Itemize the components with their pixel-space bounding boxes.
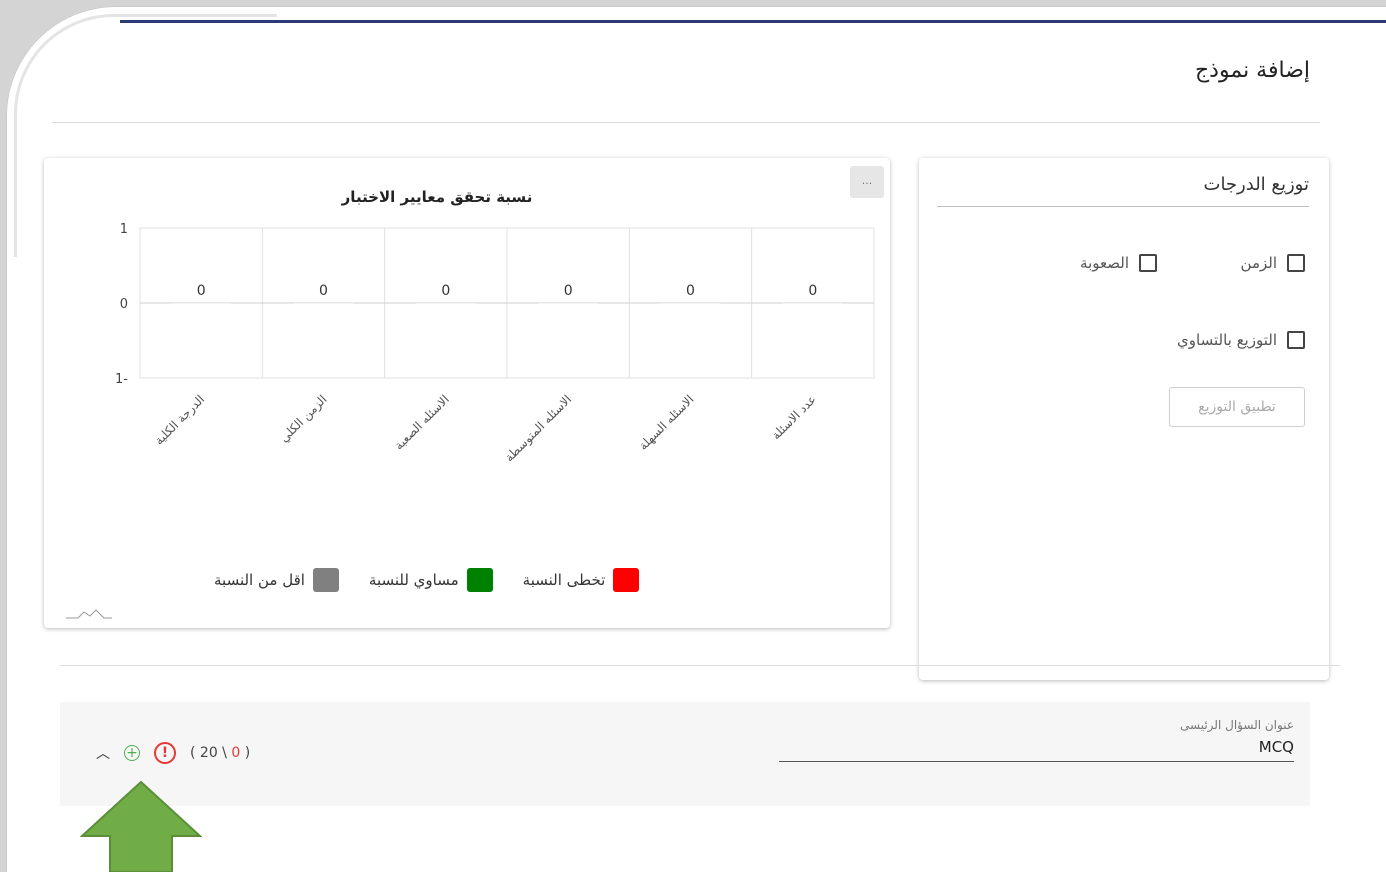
screenshot-frame: إضافة نموذج توزيع الدرجات الزمن الصعوبة … — [0, 0, 1386, 872]
question-title-label: عنوان السؤال الرئيسى — [1180, 718, 1294, 732]
bar-data-label: 0 — [686, 283, 695, 299]
criteria-chart: نسبة تحقق معايير الاختبار 1 0 1- 0 عدد الاسئل… — [115, 188, 875, 465]
equal-distribution-checkbox[interactable] — [1287, 331, 1305, 349]
chart-bar — [660, 303, 721, 304]
chart-legend: تخطى النسبة مساوي للنسبة اقل من النسبة — [214, 568, 640, 592]
chart-bar — [293, 303, 354, 304]
question-title-underline — [779, 761, 1294, 762]
legend-swatch-green — [466, 568, 493, 592]
time-checkbox-label: الزمن — [1240, 254, 1277, 272]
page-content: إضافة نموذج توزيع الدرجات الزمن الصعوبة … — [24, 40, 1340, 872]
x-tick-label: الاسئله الصعبة — [392, 392, 452, 452]
count-current: 0 — [231, 745, 241, 761]
question-count: ( 20 \ 0 ) — [190, 745, 250, 761]
x-tick-label: الاسئله المتوسطة — [502, 392, 575, 465]
add-circle-icon[interactable]: + — [124, 745, 140, 761]
grade-distribution-title: توزيع الدرجات — [1203, 174, 1310, 195]
x-tick-label: عدد الاسئلة — [769, 392, 819, 442]
criteria-chart-card: ... نسبة تحقق معايير الاختبار 1 0 1- 0 عدد ال… — [44, 158, 890, 628]
page-title: إضافة نموذج — [1194, 58, 1310, 83]
question-tools: ︿ + ! ( 20 \ 0 ) — [96, 742, 250, 764]
question-title-input[interactable]: MCQ — [1259, 738, 1294, 756]
difficulty-checkbox-label: الصعوبة — [1080, 254, 1129, 272]
y-tick-label: 1- — [115, 372, 128, 387]
question-panel-body — [60, 806, 1310, 872]
count-close: ) — [240, 745, 251, 761]
difficulty-checkbox-row[interactable]: الصعوبة — [1080, 254, 1157, 272]
grade-distribution-divider — [937, 206, 1309, 207]
x-tick-label: الزمن الكلي — [277, 392, 330, 445]
bar-data-label: 0 — [197, 283, 206, 299]
legend-item-exceeded[interactable]: تخطى النسبة — [523, 568, 640, 592]
bar-data-label: 0 — [441, 283, 450, 299]
difficulty-checkbox[interactable] — [1139, 254, 1157, 272]
legend-swatch-gray — [312, 568, 339, 592]
annotation-arrow-icon — [80, 780, 202, 872]
bar-data-label: 0 — [319, 283, 328, 299]
legend-label-equal: مساوي للنسبة — [368, 571, 459, 589]
warning-icon[interactable]: ! — [154, 742, 176, 764]
equal-distribution-checkbox-label: التوزيع بالتساوي — [1177, 331, 1277, 349]
legend-label-less: اقل من النسبة — [214, 571, 305, 589]
header-divider — [52, 122, 1320, 123]
time-checkbox-row[interactable]: الزمن — [1241, 254, 1305, 272]
legend-label-exceeded: تخطى النسبة — [522, 571, 606, 589]
y-tick-label: 0 — [120, 297, 128, 312]
time-checkbox[interactable] — [1287, 254, 1305, 272]
top-accent-bar — [120, 20, 1386, 23]
x-tick-label: الدرجة الكلية — [152, 392, 208, 448]
x-tick-label: الاسئله السهلة — [636, 392, 697, 453]
chart-logo-icon — [66, 609, 112, 619]
legend-swatch-red — [613, 568, 640, 592]
y-tick-label: 1 — [120, 222, 128, 237]
equal-distribution-checkbox-row[interactable]: التوزيع بالتساوي — [1177, 331, 1305, 349]
grade-distribution-card: توزيع الدرجات الزمن الصعوبة التوزيع بالت… — [919, 158, 1329, 680]
apply-distribution-button[interactable]: تطبيق التوزيع — [1169, 387, 1305, 427]
count-open: ( 20 \ — [190, 745, 232, 761]
legend-item-equal[interactable]: مساوي للنسبة — [369, 568, 493, 592]
collapse-chevron-icon[interactable]: ︿ — [96, 743, 110, 763]
legend-item-less[interactable]: اقل من النسبة — [214, 568, 339, 592]
section-divider — [60, 665, 1340, 666]
chart-bar — [782, 303, 843, 304]
chart-bar — [538, 303, 599, 304]
chart-bar — [415, 303, 476, 304]
chart-bar — [171, 303, 232, 304]
main-question-panel: عنوان السؤال الرئيسى MCQ ︿ + ! ( 20 \ 0 … — [60, 702, 1310, 872]
chart-title: نسبة تحقق معايير الاختبار — [341, 188, 533, 206]
bar-data-label: 0 — [808, 283, 817, 299]
bar-data-label: 0 — [564, 283, 573, 299]
